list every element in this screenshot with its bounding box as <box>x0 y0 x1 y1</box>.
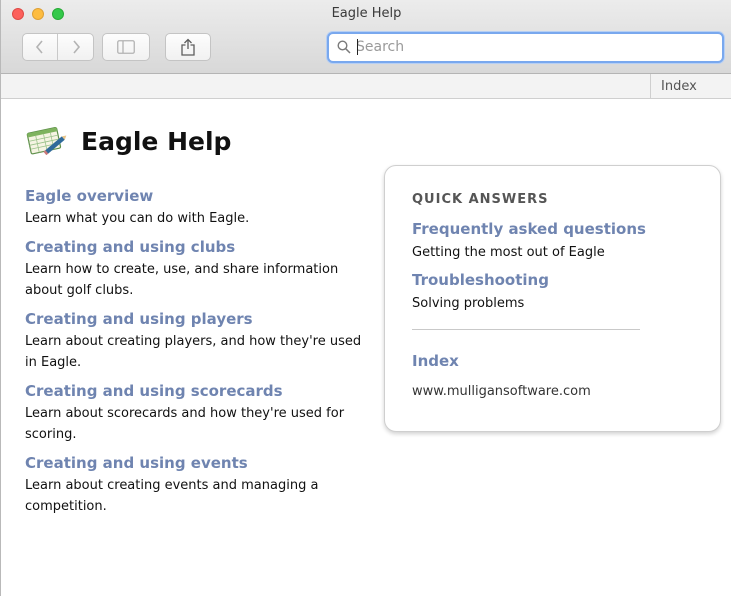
chevron-left-icon <box>35 40 43 54</box>
topic-link-scorecards[interactable]: Creating and using scorecards <box>25 382 375 400</box>
topic-link-events[interactable]: Creating and using events <box>25 454 375 472</box>
window-title: Eagle Help <box>331 6 402 21</box>
topic-link-eagle-overview[interactable]: Eagle overview <box>25 187 375 205</box>
quick-answers-heading: QUICK ANSWERS <box>412 192 549 207</box>
scorecard-pencil-icon <box>26 127 67 155</box>
topic-item: Creating and using scorecards Learn abou… <box>25 382 375 445</box>
search-input[interactable] <box>356 36 706 58</box>
quick-answers-divider <box>412 329 640 330</box>
topic-description: Learn how to create, use, and share info… <box>25 262 339 298</box>
index-bar: Index <box>1 74 731 99</box>
sidebar-icon <box>117 40 135 54</box>
topic-link-clubs[interactable]: Creating and using clubs <box>25 238 375 256</box>
index-bar-divider <box>650 74 651 98</box>
topic-description: Learn about creating events and managing… <box>25 478 319 514</box>
website-url[interactable]: www.mulligansoftware.com <box>412 384 591 399</box>
faq-link[interactable]: Frequently asked questions <box>412 220 646 238</box>
chevron-right-icon <box>72 40 80 54</box>
topic-item: Eagle overview Learn what you can do wit… <box>25 187 375 229</box>
index-link[interactable]: Index <box>412 352 459 370</box>
title-bar: Eagle Help <box>1 0 731 74</box>
search-icon <box>337 40 351 54</box>
back-button[interactable] <box>23 34 59 60</box>
topic-description: Learn about creating players, and how th… <box>25 334 362 370</box>
topic-item: Creating and using events Learn about cr… <box>25 454 375 517</box>
troubleshooting-description: Solving problems <box>412 296 525 311</box>
troubleshooting-link[interactable]: Troubleshooting <box>412 271 549 289</box>
search-field[interactable] <box>327 32 724 63</box>
topic-link-players[interactable]: Creating and using players <box>25 310 375 328</box>
sidebar-toggle-button[interactable] <box>102 33 150 61</box>
topic-description: Learn what you can do with Eagle. <box>25 211 250 226</box>
quick-answers-panel: QUICK ANSWERS Frequently asked questions… <box>384 165 721 432</box>
index-button[interactable]: Index <box>661 79 697 94</box>
text-caret <box>357 39 358 55</box>
page-title: Eagle Help <box>81 127 232 156</box>
forward-button[interactable] <box>58 34 93 60</box>
topic-item: Creating and using players Learn about c… <box>25 310 375 373</box>
help-content: Eagle Help Eagle overview Learn what you… <box>1 99 731 596</box>
topic-list: Eagle overview Learn what you can do wit… <box>25 187 375 526</box>
navigation-buttons <box>22 33 94 61</box>
help-window: Eagle Help Search Index Eagle Help Eagle… <box>0 0 731 596</box>
topic-item: Creating and using clubs Learn how to cr… <box>25 238 375 301</box>
share-icon <box>181 38 195 56</box>
share-button[interactable] <box>165 33 211 61</box>
faq-description: Getting the most out of Eagle <box>412 245 605 260</box>
topic-description: Learn about scorecards and how they're u… <box>25 406 345 442</box>
